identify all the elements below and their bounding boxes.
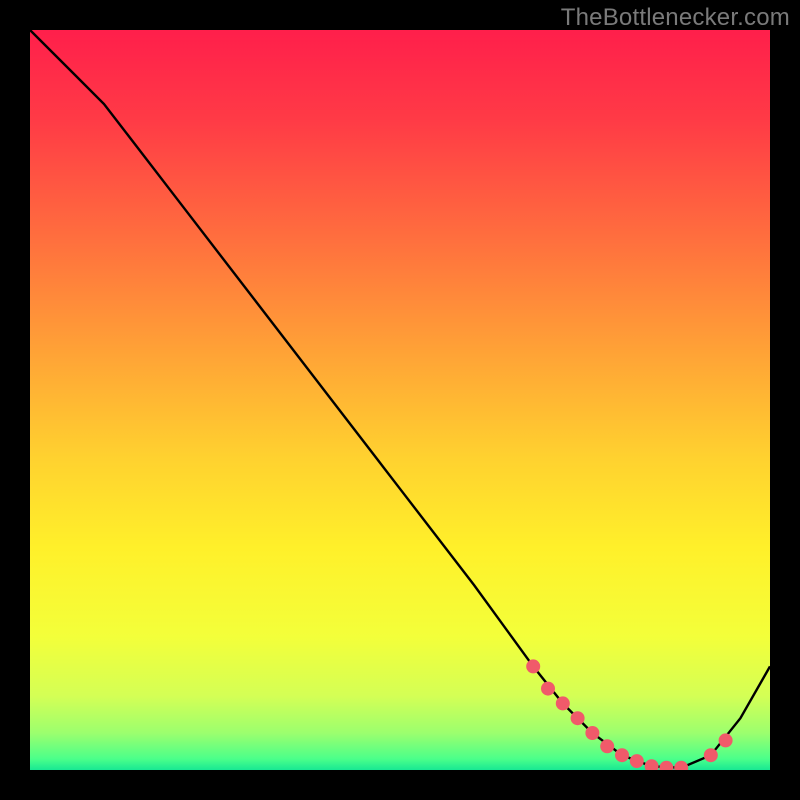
data-marker <box>719 733 733 747</box>
plot-area <box>30 30 770 770</box>
data-marker <box>526 659 540 673</box>
chart-canvas <box>30 30 770 770</box>
data-marker <box>556 696 570 710</box>
data-marker <box>615 748 629 762</box>
gradient-background <box>30 30 770 770</box>
data-marker <box>600 739 614 753</box>
data-marker <box>704 748 718 762</box>
data-marker <box>585 726 599 740</box>
watermark-text: TheBottlenecker.com <box>561 4 790 32</box>
data-marker <box>630 754 644 768</box>
data-marker <box>541 682 555 696</box>
chart-frame: TheBottlenecker.com <box>0 0 800 800</box>
data-marker <box>571 711 585 725</box>
